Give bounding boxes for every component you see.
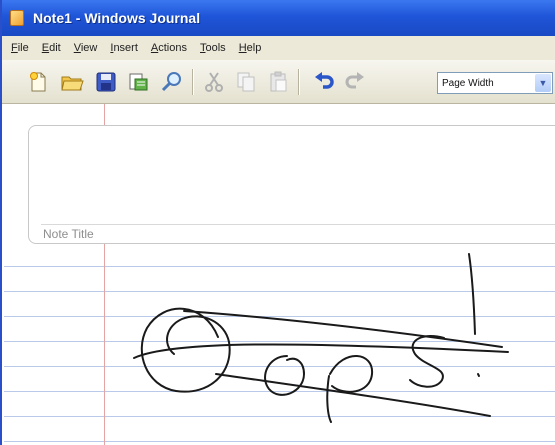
menu-file-label: ile <box>17 42 29 54</box>
open-folder-icon[interactable] <box>60 70 84 94</box>
menu-actions[interactable]: Actions <box>150 41 188 55</box>
toolbar-separator <box>192 69 194 95</box>
menu-edit-mnemonic: E <box>41 42 50 54</box>
menu-insert[interactable]: Insert <box>109 41 139 55</box>
menu-bar: File Edit View Insert Actions Tools Help <box>2 36 555 60</box>
toolbar-separator <box>298 69 300 95</box>
undo-icon[interactable] <box>312 70 336 94</box>
ink-stroke-sweep-3 <box>215 373 491 417</box>
menu-help-label: elp <box>246 42 262 54</box>
toolbar: Page Width ▼ <box>2 60 555 104</box>
title-bar[interactable]: Note1 - Windows Journal <box>2 0 555 36</box>
save-disk-icon[interactable] <box>94 70 118 94</box>
send-icon[interactable] <box>126 70 150 94</box>
journal-app-icon[interactable] <box>10 10 24 26</box>
menu-view[interactable]: View <box>73 41 99 55</box>
ink-stroke-p <box>326 355 374 423</box>
ink-stroke-s <box>409 335 445 388</box>
note-page[interactable]: Note Title <box>4 104 555 445</box>
menu-tools-label: ools <box>205 42 226 54</box>
redo-icon[interactable] <box>343 70 367 94</box>
ink-stroke-exclaim <box>468 253 476 335</box>
menu-actions-label: ctions <box>158 42 187 54</box>
ink-stroke-o <box>140 307 231 393</box>
copy-icon[interactable] <box>234 70 258 94</box>
menu-view-label: iew <box>80 42 98 54</box>
new-note-icon[interactable] <box>26 70 50 94</box>
chevron-down-icon[interactable]: ▼ <box>535 74 551 92</box>
menu-help-mnemonic: H <box>238 42 247 54</box>
zoom-value: Page Width <box>442 77 494 89</box>
menu-file-mnemonic: F <box>11 42 18 54</box>
cut-icon[interactable] <box>202 70 226 94</box>
menu-help[interactable]: Help <box>238 41 263 55</box>
window-title: Note1 - Windows Journal <box>33 10 201 26</box>
handwritten-ink[interactable] <box>4 104 555 445</box>
menu-edit-label: dit <box>49 42 61 54</box>
find-icon[interactable] <box>160 70 184 94</box>
menu-tools[interactable]: Tools <box>199 41 227 55</box>
menu-edit[interactable]: Edit <box>41 41 62 55</box>
ink-stroke-sweep-1 <box>183 310 503 348</box>
menu-insert-label: nsert <box>113 42 138 54</box>
menu-file[interactable]: File <box>10 41 30 55</box>
zoom-dropdown[interactable]: Page Width ▼ <box>437 72 553 94</box>
paste-icon[interactable] <box>266 70 290 94</box>
menu-view-mnemonic: V <box>73 42 81 54</box>
ink-stroke-exclaim-dot <box>477 373 480 377</box>
journal-window: Note1 - Windows Journal File Edit View I… <box>0 0 555 445</box>
ink-stroke-sweep-2 <box>133 343 509 359</box>
ink-stroke-small-o <box>264 355 305 396</box>
